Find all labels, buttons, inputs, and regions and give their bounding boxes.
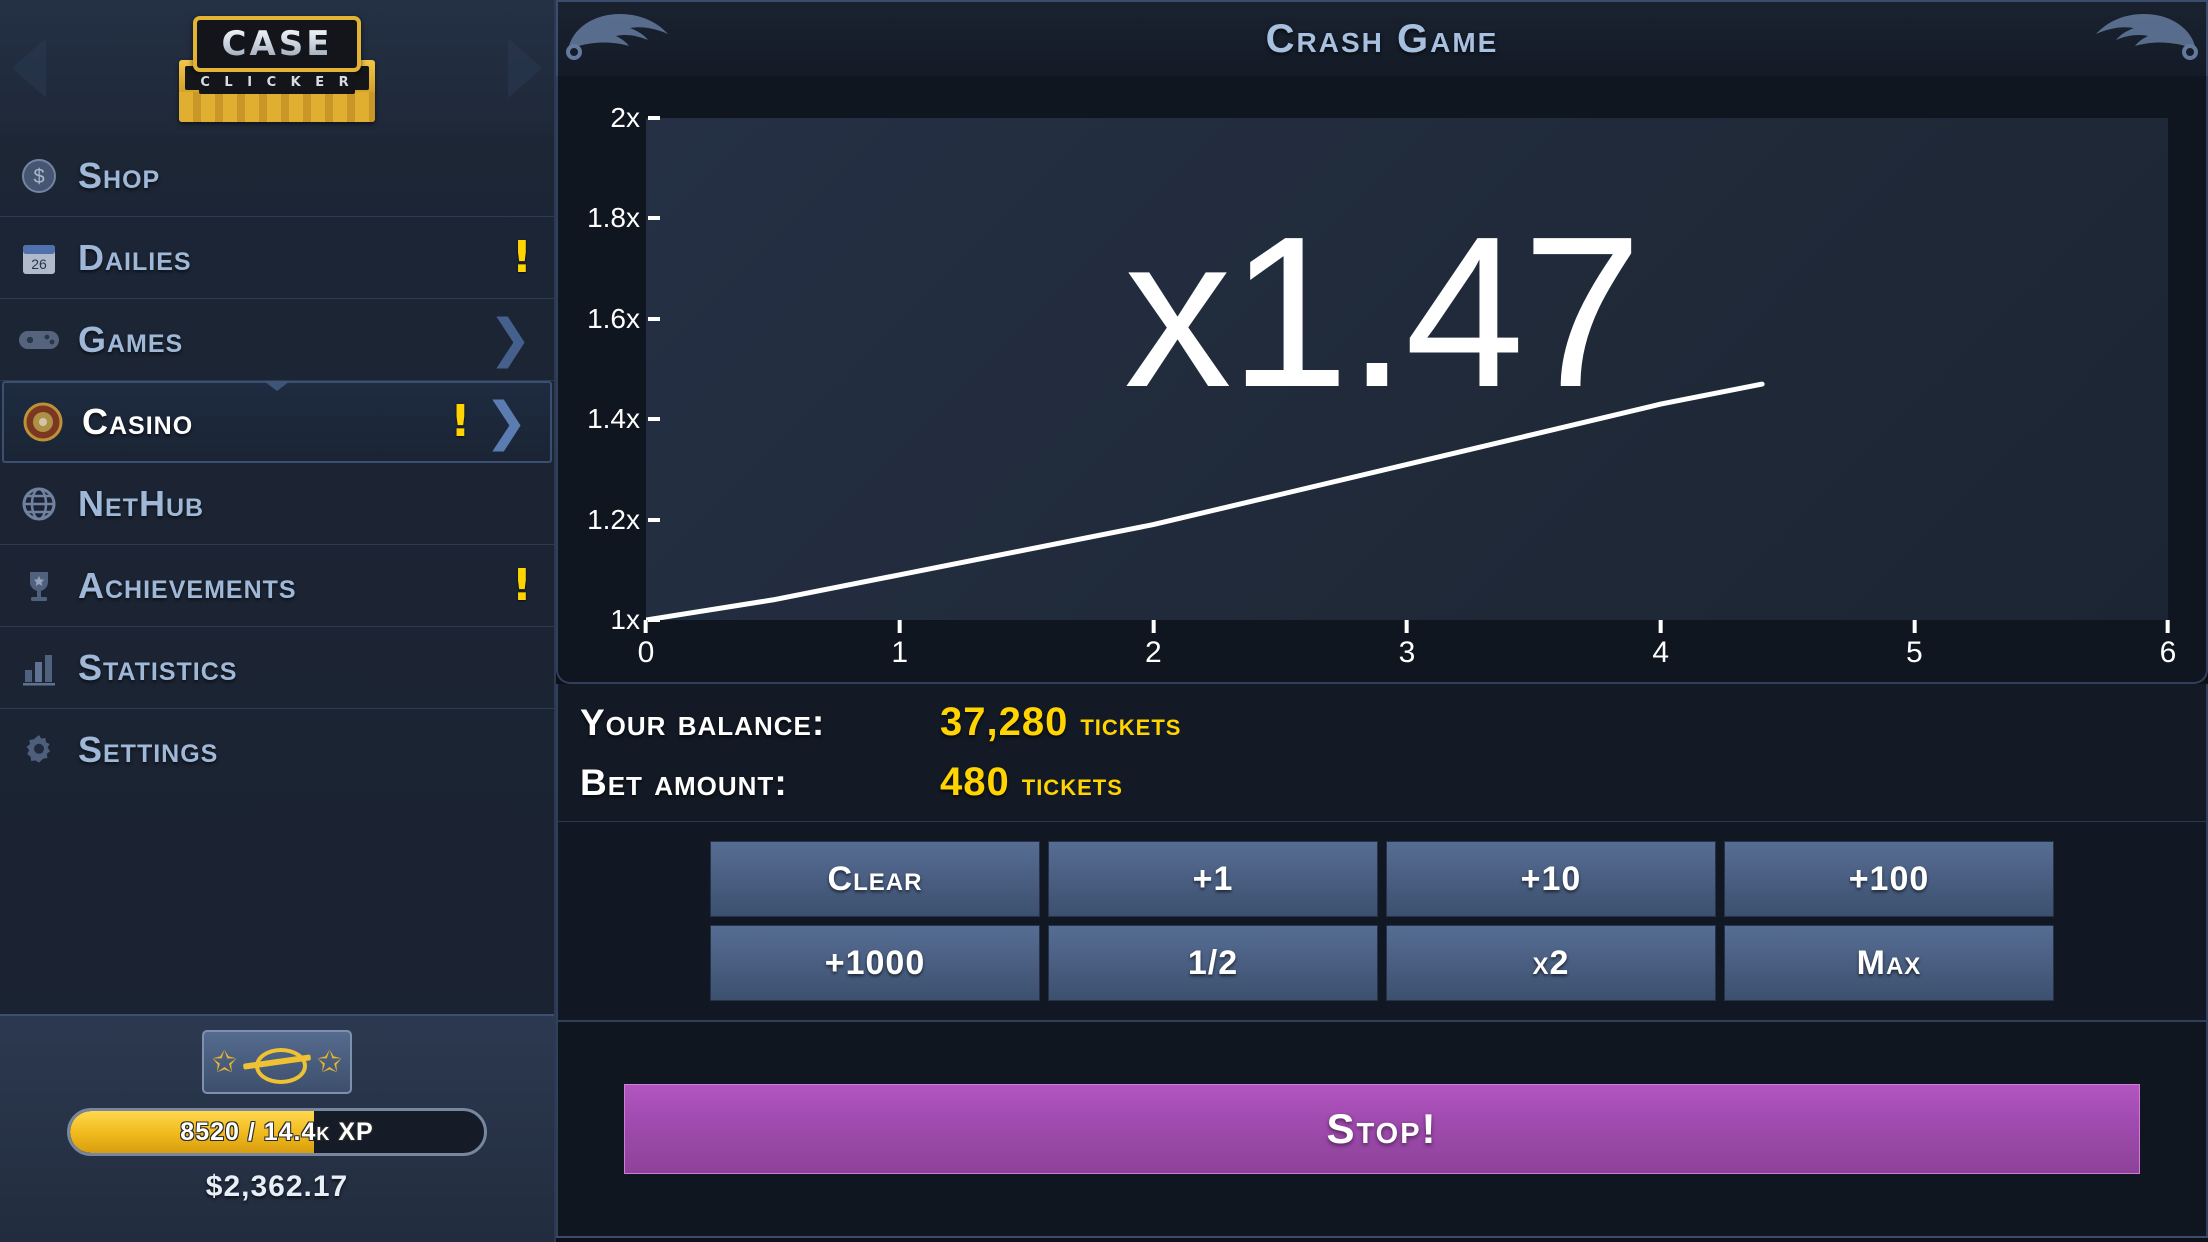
chevron-right-icon[interactable]: ❯ xyxy=(484,396,528,449)
calendar-icon: 26 xyxy=(16,235,62,281)
logo-title: CASE xyxy=(221,23,333,64)
y-axis-tick: 1.4x xyxy=(587,403,660,435)
balance-row: Your balance: 37,280 tickets xyxy=(580,700,2206,760)
main-content: Crash Game 1x 1.2x 1.4x 1.6x 1.8x 2x 0 1 2 3 4 5 6 x… xyxy=(556,0,2208,1242)
sidebar-item-label: Shop xyxy=(78,154,161,196)
sidebar-item-label: Games xyxy=(78,318,184,360)
xp-progress-bar: 8520 / 14.4k XP xyxy=(67,1108,487,1156)
rank-badge: ✩ ✩ xyxy=(202,1030,352,1094)
notification-badge-icon: ! xyxy=(450,396,471,448)
decorative-arrow-left-icon xyxy=(12,38,46,98)
trophy-icon xyxy=(16,563,62,609)
chevron-right-icon[interactable]: ❯ xyxy=(488,313,532,366)
balance-unit: tickets xyxy=(1080,706,1182,742)
sidebar-item-label: Statistics xyxy=(78,646,238,688)
crash-line xyxy=(646,381,1765,620)
bet-plus100-button[interactable]: +100 xyxy=(1724,841,2054,917)
bar-chart-icon xyxy=(16,645,62,691)
bet-button-row-1: Clear +1 +10 +100 xyxy=(710,841,2054,917)
notification-badge-icon: ! xyxy=(511,559,532,611)
bet-value: 480 xyxy=(940,760,1010,804)
karambit-knife-right-icon xyxy=(2032,8,2202,70)
sidebar-item-nethub[interactable]: NetHub xyxy=(0,463,554,545)
xp-progress-label: 8520 / 14.4k XP xyxy=(180,1117,374,1146)
stats-panel: Your balance: 37,280 tickets Bet amount:… xyxy=(556,684,2208,822)
sidebar-item-label: Dailies xyxy=(78,236,192,278)
bet-max-button[interactable]: Max xyxy=(1724,925,2054,1001)
svg-text:$: $ xyxy=(33,166,44,188)
ak47-rank-icon xyxy=(241,1042,313,1084)
bet-label: Bet amount: xyxy=(580,762,788,803)
svg-text:26: 26 xyxy=(31,256,47,272)
cash-balance: $2,362.17 xyxy=(205,1170,349,1203)
roulette-icon xyxy=(20,399,66,445)
sidebar-item-shop[interactable]: $ Shop xyxy=(0,135,554,217)
sidebar-header: CASE C L I C K E R xyxy=(0,0,554,135)
logo-plate: CASE xyxy=(193,15,361,72)
case-clicker-logo[interactable]: CASE C L I C K E R xyxy=(179,12,375,124)
sidebar-item-statistics[interactable]: Statistics xyxy=(0,627,554,709)
x-axis-tick: 4 xyxy=(1652,620,1669,670)
crash-chart-panel: 1x 1.2x 1.4x 1.6x 1.8x 2x 0 1 2 3 4 5 6 x1.47 xyxy=(556,76,2208,684)
globe-icon xyxy=(16,481,62,527)
x-axis-tick: 3 xyxy=(1399,620,1415,670)
action-bar: Stop! xyxy=(556,1022,2208,1236)
balance-value: 37,280 xyxy=(940,700,1069,744)
bet-unit: tickets xyxy=(1021,766,1123,802)
sidebar-item-casino[interactable]: Casino ! ❯ xyxy=(2,381,552,463)
y-axis-tick: 2x xyxy=(610,102,660,134)
y-axis-tick: 1.2x xyxy=(587,504,660,536)
laurel-right-icon: ✩ xyxy=(317,1044,343,1080)
logo-subtitle: C L I C K E R xyxy=(199,71,355,94)
sidebar: CASE C L I C K E R $ Shop 26 Dailies ! G… xyxy=(0,0,556,1242)
bet-controls: Clear +1 +10 +100 +1000 1/2 x2 Max xyxy=(556,822,2208,1022)
y-axis-tick: 1.8x xyxy=(587,202,660,234)
balance-label: Your balance: xyxy=(580,702,826,743)
decorative-arrow-right-icon xyxy=(508,38,542,98)
crash-game-screen: CASE C L I C K E R $ Shop 26 Dailies ! G… xyxy=(0,0,2208,1242)
sidebar-footer: ✩ ✩ 8520 / 14.4k XP $2,362.17 xyxy=(0,1014,554,1242)
x-axis-tick: 1 xyxy=(891,620,908,670)
sidebar-item-settings[interactable]: Settings xyxy=(0,709,554,791)
y-axis-tick: 1.6x xyxy=(587,303,660,335)
stop-button[interactable]: Stop! xyxy=(624,1084,2140,1174)
bet-clear-button[interactable]: Clear xyxy=(710,841,1040,917)
sidebar-item-achievements[interactable]: Achievements ! xyxy=(0,545,554,627)
notification-badge-icon: ! xyxy=(511,231,532,283)
bet-row: Bet amount: 480 tickets xyxy=(580,760,2206,820)
bet-half-button[interactable]: 1/2 xyxy=(1048,925,1378,1001)
page-title: Crash Game xyxy=(1265,16,1499,61)
x-axis-tick: 0 xyxy=(638,620,654,670)
game-header: Crash Game xyxy=(556,0,2208,76)
bet-double-button[interactable]: x2 xyxy=(1386,925,1716,1001)
sidebar-item-label: Settings xyxy=(78,728,219,770)
sidebar-item-label: Casino xyxy=(82,401,194,442)
karambit-knife-left-icon xyxy=(562,8,732,70)
sidebar-item-label: NetHub xyxy=(78,482,205,524)
sidebar-item-label: Achievements xyxy=(78,564,297,606)
sidebar-item-indicators: ! xyxy=(511,231,532,283)
bet-plus10-button[interactable]: +10 xyxy=(1386,841,1716,917)
bottom-divider xyxy=(556,1236,2208,1242)
bet-plus1000-button[interactable]: +1000 xyxy=(710,925,1040,1001)
x-axis-tick: 6 xyxy=(2160,620,2176,670)
sidebar-nav: $ Shop 26 Dailies ! Games ❯ Casino ! ❯ N… xyxy=(0,135,554,1014)
sidebar-item-indicators: ! xyxy=(511,559,532,611)
chart-plot-area: 1x 1.2x 1.4x 1.6x 1.8x 2x 0 1 2 3 4 5 6 xyxy=(587,102,2176,669)
laurel-left-icon: ✩ xyxy=(211,1044,237,1080)
sidebar-item-games[interactable]: Games ❯ xyxy=(0,299,554,381)
multiplier-curve xyxy=(646,381,1765,620)
bet-button-row-2: +1000 1/2 x2 Max xyxy=(710,925,2054,1001)
bet-plus1-button[interactable]: +1 xyxy=(1048,841,1378,917)
gear-icon xyxy=(16,727,62,773)
x-axis-tick: 2 xyxy=(1145,620,1162,670)
x-axis-tick: 5 xyxy=(1906,620,1923,670)
coin-icon: $ xyxy=(16,153,62,199)
sidebar-item-indicators: ! ❯ xyxy=(450,396,528,449)
sidebar-item-indicators: ❯ xyxy=(488,313,532,366)
sidebar-item-dailies[interactable]: 26 Dailies ! xyxy=(0,217,554,299)
gamepad-icon xyxy=(16,317,62,363)
